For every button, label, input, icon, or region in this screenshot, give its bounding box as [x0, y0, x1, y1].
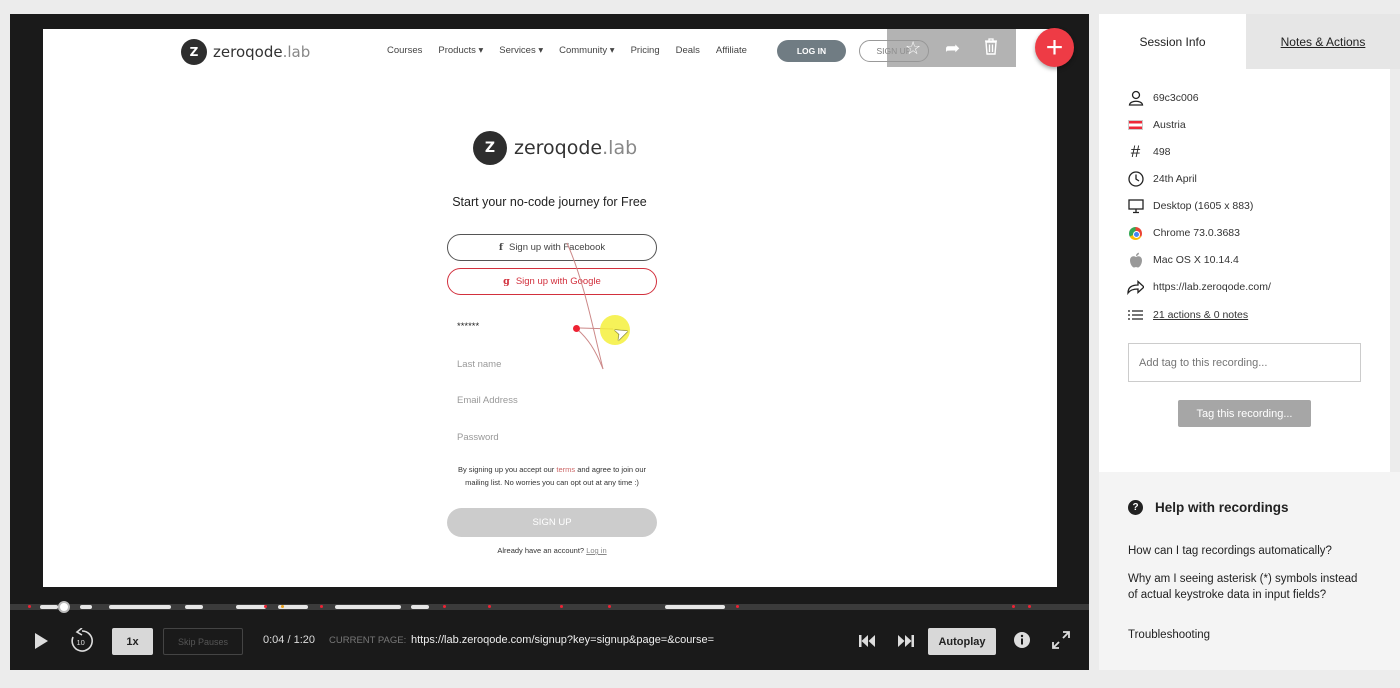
play-button[interactable] — [30, 629, 52, 653]
list-icon — [1127, 307, 1144, 324]
clock-icon — [1127, 171, 1144, 188]
playback-speed-button[interactable]: 1x — [112, 628, 153, 655]
session-browser-row: Chrome 73.0.3683 — [1127, 224, 1240, 242]
star-icon[interactable]: ☆ — [905, 39, 921, 57]
session-os: Mac OS X 10.14.4 — [1153, 254, 1239, 266]
referrer-arrow-icon — [1127, 279, 1144, 296]
current-page-url: https://lab.zeroqode.com/signup?key=sign… — [411, 634, 715, 646]
session-date-row: 24th April — [1127, 170, 1197, 188]
current-page-label: CURRENT PAGE: — [329, 635, 407, 646]
play-icon — [35, 633, 48, 649]
mouse-trail — [566, 242, 614, 370]
playback-time: 0:04 / 1:20 — [263, 634, 315, 646]
plus-icon: + — [1045, 30, 1064, 64]
help-link-troubleshooting[interactable]: Troubleshooting — [1128, 627, 1368, 643]
next-recording-button[interactable] — [896, 631, 916, 651]
help-link-asterisk[interactable]: Why am I seeing asterisk (*) symbols ins… — [1128, 571, 1368, 603]
hash-icon: # — [1130, 142, 1141, 161]
session-user-row: 69c3c006 — [1127, 89, 1199, 107]
add-note-button[interactable]: + — [1035, 28, 1074, 67]
autoplay-toggle[interactable]: Autoplay — [928, 628, 996, 655]
fullscreen-icon — [1052, 631, 1070, 649]
session-referrer-row: https://lab.zeroqode.com/ — [1127, 278, 1271, 296]
tab-session-info[interactable]: Session Info — [1099, 14, 1246, 69]
apple-icon — [1127, 252, 1144, 269]
info-button[interactable] — [1012, 630, 1032, 650]
session-player: Z zeroqode.lab Courses Products ▾ Servic… — [10, 14, 1089, 670]
trash-icon[interactable] — [984, 38, 998, 58]
timeline-track[interactable] — [10, 604, 1089, 610]
help-section: ? Help with recordings How can I tag rec… — [1099, 472, 1400, 670]
session-browser: Chrome 73.0.3683 — [1153, 227, 1240, 239]
session-referrer: https://lab.zeroqode.com/ — [1153, 281, 1271, 293]
user-icon — [1127, 90, 1144, 107]
svg-text:10: 10 — [77, 638, 85, 647]
session-user-id: 69c3c006 — [1153, 92, 1199, 104]
tab-notes-actions[interactable]: Notes & Actions — [1246, 14, 1400, 69]
player-controls: 10 1x Skip Pauses 0:04 / 1:20 CURRENT PA… — [10, 616, 1089, 670]
timeline-scrubber[interactable] — [58, 601, 70, 613]
fullscreen-button[interactable] — [1051, 630, 1071, 650]
session-actions-row: 21 actions & 0 notes — [1127, 306, 1248, 324]
session-number: 498 — [1153, 146, 1171, 158]
session-country-row: Austria — [1127, 116, 1186, 134]
session-actions-link[interactable]: 21 actions & 0 notes — [1153, 309, 1248, 321]
session-os-row: Mac OS X 10.14.4 — [1127, 251, 1239, 269]
austria-flag-icon — [1127, 117, 1144, 134]
session-device-row: Desktop (1605 x 883) — [1127, 197, 1253, 215]
playback-timeline[interactable] — [10, 601, 1089, 613]
session-side-panel: Session Info Notes & Actions 69c3c006 Au… — [1099, 14, 1400, 670]
click-point — [573, 325, 580, 332]
rewind-10-button[interactable]: 10 — [68, 627, 96, 655]
session-country: Austria — [1153, 119, 1186, 131]
info-icon — [1014, 632, 1030, 648]
previous-recording-button[interactable] — [857, 631, 877, 651]
help-question-icon: ? — [1128, 500, 1143, 515]
tag-recording-button[interactable]: Tag this recording... — [1178, 400, 1311, 427]
session-number-row: # 498 — [1127, 142, 1171, 161]
chrome-icon — [1127, 225, 1144, 242]
session-date: 24th April — [1153, 173, 1197, 185]
skip-next-icon — [898, 635, 914, 647]
rewind-10-icon: 10 — [71, 628, 93, 652]
skip-pauses-toggle[interactable]: Skip Pauses — [163, 628, 243, 655]
skip-previous-icon — [859, 635, 875, 647]
share-icon[interactable]: ➦ — [945, 39, 960, 57]
tag-recording-input[interactable] — [1128, 343, 1361, 382]
recording-actions-overlay: ☆ ➦ — [887, 29, 1016, 67]
help-link-auto-tag[interactable]: How can I tag recordings automatically? — [1128, 543, 1368, 559]
session-device: Desktop (1605 x 883) — [1153, 200, 1254, 212]
help-title: ? Help with recordings — [1128, 500, 1289, 515]
recorded-page-viewport: Z zeroqode.lab Courses Products ▾ Servic… — [43, 29, 1057, 587]
desktop-icon — [1127, 198, 1144, 215]
